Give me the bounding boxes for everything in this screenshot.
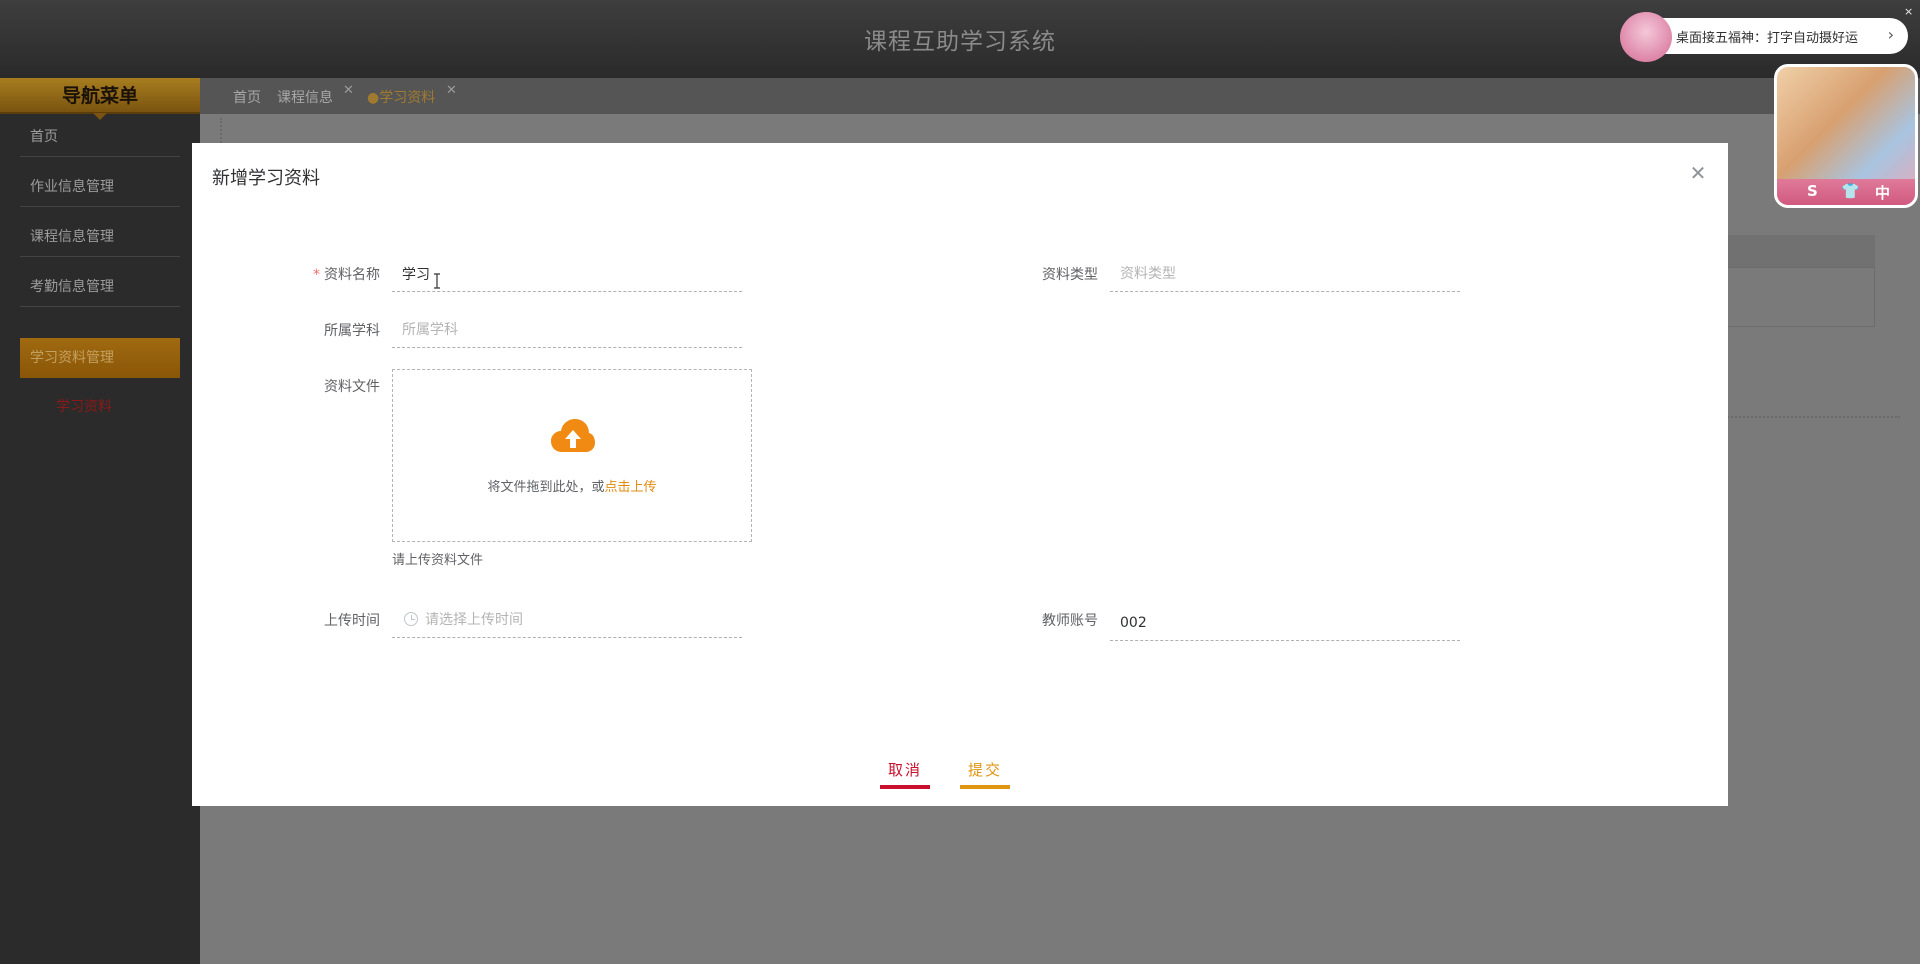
upload-instructions: 将文件拖到此处，或点击上传 — [487, 480, 657, 495]
material-type-input[interactable] — [1110, 256, 1460, 292]
upload-tip: 请上传资料文件 — [392, 553, 484, 568]
sidebar-subitem-study-material[interactable]: 学习资料 — [56, 396, 112, 416]
background-table-header — [1727, 235, 1875, 267]
tab-study-material[interactable]: ●学习资料 — [367, 87, 435, 107]
subject-label: 所属学科 — [324, 323, 380, 339]
material-name-field — [392, 256, 742, 292]
upload-time-label: 上传时间 — [324, 613, 380, 629]
ad-photo-widget[interactable]: S 👕 中 — [1774, 64, 1918, 208]
upload-time-field — [392, 602, 742, 638]
upload-time-picker[interactable] — [392, 602, 742, 638]
tab-bar: 首页 课程信息 ✕ ●学习资料 ✕ — [200, 78, 1920, 114]
tab-course-info[interactable]: 课程信息 — [277, 87, 333, 107]
mascot-avatar-icon — [1620, 12, 1672, 62]
dialog-title: 新增学习资料 — [212, 168, 320, 189]
clock-icon — [404, 612, 418, 626]
teacher-account-field — [1110, 605, 1460, 641]
subject-input[interactable] — [392, 312, 742, 348]
shirt-icon[interactable]: 👕 — [1841, 182, 1860, 200]
ad-close-icon[interactable]: × — [1904, 5, 1913, 18]
submit-button[interactable]: 提交 — [960, 755, 1010, 789]
ad-banner-text: 桌面接五福神：打字自动摄好运 — [1676, 31, 1859, 46]
chinese-mode-icon[interactable]: 中 — [1875, 182, 1890, 203]
sidebar-item-home[interactable]: 首页 — [20, 117, 180, 157]
material-type-field — [1110, 256, 1460, 292]
material-name-label: * 资料名称 — [313, 267, 380, 283]
close-icon[interactable]: ✕ — [1688, 163, 1708, 183]
chevron-right-icon[interactable]: › — [1888, 25, 1894, 44]
subject-field — [392, 312, 742, 348]
material-type-label: 资料类型 — [1042, 267, 1098, 283]
cloud-upload-icon — [551, 419, 595, 452]
cancel-button[interactable]: 取消 — [880, 755, 930, 789]
teacher-account-label: 教师账号 — [1042, 613, 1098, 629]
sidebar-item-study-material[interactable]: 学习资料管理 — [20, 338, 180, 378]
file-upload-dropzone[interactable]: 将文件拖到此处，或点击上传 — [392, 369, 752, 542]
required-mark: * — [313, 267, 320, 283]
text-cursor-icon — [434, 273, 440, 289]
sidebar-item-homework[interactable]: 作业信息管理 — [20, 167, 180, 207]
sidebar-item-attendance[interactable]: 考勤信息管理 — [20, 267, 180, 307]
material-file-label: 资料文件 — [324, 379, 380, 395]
teacher-account-input[interactable] — [1110, 605, 1460, 641]
material-name-input[interactable] — [392, 256, 742, 292]
sidebar: 导航菜单 首页 作业信息管理 课程信息管理 考勤信息管理 学习资料管理 学习资料 — [0, 78, 200, 964]
sidebar-item-course[interactable]: 课程信息管理 — [20, 217, 180, 257]
tab-home[interactable]: 首页 — [233, 87, 261, 107]
tab-study-material-close-icon[interactable]: ✕ — [446, 83, 457, 98]
background-table-row — [1727, 267, 1875, 327]
click-upload-link[interactable]: 点击上传 — [605, 480, 657, 495]
sogou-s-icon[interactable]: S — [1807, 182, 1818, 200]
ad-photo-toolbar: S 👕 中 — [1777, 179, 1915, 205]
tab-course-info-close-icon[interactable]: ✕ — [343, 83, 354, 98]
add-material-dialog: 新增学习资料 ✕ *资料名称 资料类型 所属学科 资料文件 将文件拖到此处，或点… — [192, 143, 1728, 806]
nav-menu-header: 导航菜单 — [0, 78, 200, 120]
